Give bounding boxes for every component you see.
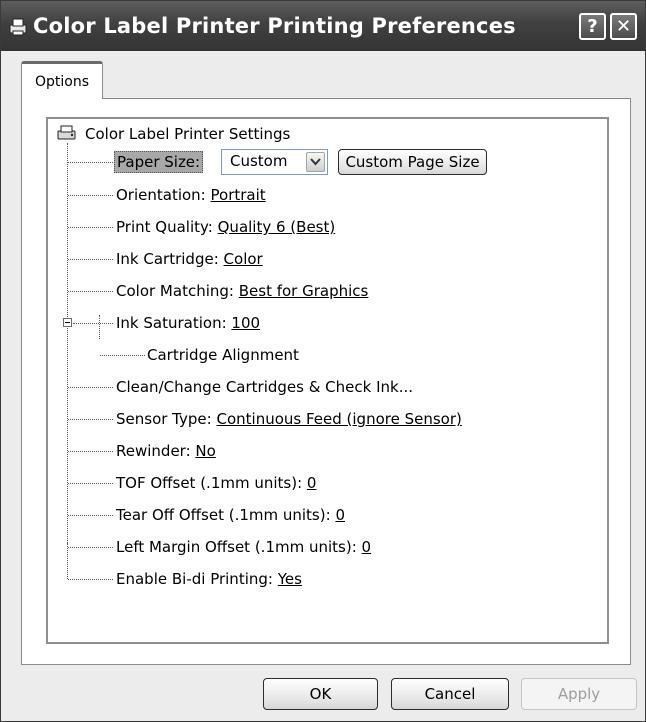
- chevron-down-icon[interactable]: [306, 152, 325, 172]
- tree-item-left-margin-offset[interactable]: Left Margin Offset (.1mm units): 0: [116, 537, 371, 557]
- tree-connector: [68, 451, 113, 452]
- paper-size-value: Custom: [230, 152, 288, 170]
- tree-item-cartridge-alignment[interactable]: Cartridge Alignment: [147, 345, 299, 365]
- tree-connector: [68, 483, 113, 484]
- tree-item-tof-offset[interactable]: TOF Offset (.1mm units): 0: [116, 473, 316, 493]
- orientation-value[interactable]: Portrait: [211, 186, 266, 204]
- tree-connector: [99, 315, 100, 339]
- tree-item-rewinder[interactable]: Rewinder: No: [116, 441, 216, 461]
- tree-item-print-quality[interactable]: Print Quality: Quality 6 (Best): [116, 217, 335, 237]
- collapse-icon[interactable]: [63, 318, 72, 327]
- tree-item-orientation[interactable]: Orientation: Portrait: [116, 185, 266, 205]
- paper-size-select[interactable]: Custom: [221, 149, 328, 175]
- ink-cartridge-value[interactable]: Color: [224, 250, 263, 268]
- tree-connector: [68, 291, 113, 292]
- custom-page-size-button[interactable]: Custom Page Size: [338, 149, 487, 175]
- apply-button[interactable]: Apply: [521, 678, 637, 710]
- tree-connector: [68, 195, 113, 196]
- help-button[interactable]: ?: [579, 13, 606, 40]
- tear-off-offset-value[interactable]: 0: [335, 506, 345, 524]
- printing-preferences-dialog: Color Label Printer Printing Preferences…: [0, 0, 646, 722]
- tof-offset-value[interactable]: 0: [307, 474, 317, 492]
- ink-saturation-value[interactable]: 100: [231, 314, 260, 332]
- tree-item-sensor-type[interactable]: Sensor Type: Continuous Feed (ignore Sen…: [116, 409, 462, 429]
- tree-item-tear-off-offset[interactable]: Tear Off Offset (.1mm units): 0: [116, 505, 345, 525]
- settings-tree[interactable]: Color Label Printer Settings Paper Size:…: [46, 117, 609, 644]
- tab-options[interactable]: Options: [21, 61, 103, 99]
- tree-connector: [73, 323, 113, 324]
- tree-item-ink-saturation[interactable]: Ink Saturation: 100: [116, 313, 260, 333]
- tree-connector: [68, 419, 113, 420]
- print-quality-value[interactable]: Quality 6 (Best): [218, 218, 336, 236]
- cancel-button[interactable]: Cancel: [391, 678, 509, 710]
- window-title: Color Label Printer Printing Preferences: [33, 14, 516, 38]
- printer-settings-icon: [57, 125, 76, 140]
- sensor-type-value[interactable]: Continuous Feed (ignore Sensor): [216, 410, 461, 428]
- color-matching-value[interactable]: Best for Graphics: [239, 282, 369, 300]
- tree-connector: [68, 547, 113, 548]
- tree-item-enable-bidi-printing[interactable]: Enable Bi-di Printing: Yes: [116, 569, 302, 589]
- options-panel: Color Label Printer Settings Paper Size:…: [21, 98, 631, 665]
- tree-connector: [68, 227, 113, 228]
- close-button[interactable]: ✕: [610, 13, 637, 40]
- printer-icon: [9, 18, 27, 36]
- tree-item-ink-cartridge[interactable]: Ink Cartridge: Color: [116, 249, 263, 269]
- tree-item-clean-change-cartridges[interactable]: Clean/Change Cartridges & Check Ink...: [116, 377, 413, 397]
- tree-connector: [68, 579, 113, 580]
- tree-root-label: Color Label Printer Settings: [85, 125, 291, 143]
- tree-connector: [67, 543, 68, 579]
- left-margin-offset-value[interactable]: 0: [362, 538, 372, 556]
- tree-connector: [68, 515, 113, 516]
- tree-connector: [100, 355, 145, 356]
- enable-bidi-printing-value[interactable]: Yes: [278, 570, 302, 588]
- tree-connector: [68, 162, 113, 163]
- tree-connector: [68, 387, 113, 388]
- paper-size-label[interactable]: Paper Size:: [114, 151, 204, 173]
- rewinder-value[interactable]: No: [195, 442, 215, 460]
- title-bar[interactable]: Color Label Printer Printing Preferences…: [1, 1, 645, 51]
- tree-item-color-matching[interactable]: Color Matching: Best for Graphics: [116, 281, 368, 301]
- ok-button[interactable]: OK: [263, 678, 378, 710]
- tree-connector: [68, 259, 113, 260]
